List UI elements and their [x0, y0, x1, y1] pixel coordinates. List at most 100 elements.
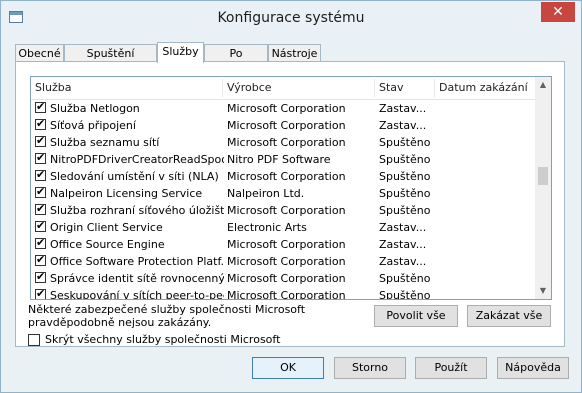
- help-button[interactable]: Nápověda: [497, 357, 569, 379]
- service-disabled-date: [439, 117, 529, 134]
- hide-microsoft-services-label: Skrýt všechny služby společnosti Microso…: [45, 333, 281, 346]
- service-manufacturer: Microsoft Corporation: [227, 170, 346, 183]
- table-row[interactable]: Origin Client Service Electronic Arts Za…: [31, 219, 536, 236]
- enable-all-button[interactable]: Povolit vše: [374, 305, 458, 327]
- service-status: Spuštěno: [379, 289, 431, 300]
- cancel-button[interactable]: Storno: [334, 357, 406, 379]
- tab-services[interactable]: Služby: [157, 42, 204, 63]
- window-title: Konfigurace systému: [217, 10, 365, 26]
- service-status: Spuštěno: [379, 272, 431, 285]
- service-manufacturer: Microsoft Corporation: [227, 238, 346, 251]
- vertical-scrollbar[interactable]: ▲ ▼: [535, 77, 551, 299]
- service-checkbox[interactable]: [35, 134, 46, 148]
- service-disabled-date: [439, 270, 529, 287]
- table-row[interactable]: Správce identit sítě rovnocenný... Micro…: [31, 270, 536, 287]
- table-row[interactable]: Office Source Engine Microsoft Corporati…: [31, 236, 536, 253]
- service-name: Síťová připojení: [50, 119, 136, 132]
- tab-general[interactable]: Obecné: [15, 44, 64, 62]
- table-row[interactable]: Služba Netlogon Microsoft Corporation Za…: [31, 100, 536, 117]
- service-name: Office Source Engine: [50, 238, 165, 251]
- service-name: Služba seznamu sítí: [50, 136, 160, 149]
- tab-startup[interactable]: Po spuštění: [204, 44, 268, 77]
- table-row[interactable]: Seskupování v sítích peer-to-peer Micros…: [31, 287, 536, 300]
- service-status: Zastav...: [379, 119, 427, 132]
- service-name: Služba Netlogon: [50, 102, 140, 115]
- table-row[interactable]: Nalpeiron Licensing Service Nalpeiron Lt…: [31, 185, 536, 202]
- list-header: Služba Výrobce Stav Datum zakázání: [31, 77, 536, 100]
- service-disabled-date: [439, 151, 529, 168]
- service-manufacturer: Microsoft Corporation: [227, 204, 346, 217]
- service-status: Zastav...: [379, 255, 427, 268]
- disable-all-button[interactable]: Zakázat vše: [467, 305, 551, 327]
- service-checkbox[interactable]: [35, 151, 46, 165]
- service-checkbox[interactable]: [35, 270, 46, 284]
- scroll-up-icon[interactable]: ▲: [535, 77, 551, 93]
- service-disabled-date: [439, 236, 529, 253]
- service-disabled-date: [439, 168, 529, 185]
- service-manufacturer: Microsoft Corporation: [227, 289, 346, 300]
- service-name: Seskupování v sítích peer-to-peer: [50, 289, 224, 300]
- service-disabled-date: [439, 185, 529, 202]
- service-manufacturer: Microsoft Corporation: [227, 255, 346, 268]
- service-rows: Služba Netlogon Microsoft Corporation Za…: [31, 100, 536, 300]
- table-row[interactable]: Office Software Protection Platf... Micr…: [31, 253, 536, 270]
- service-checkbox[interactable]: [35, 185, 46, 199]
- service-status: Spuštěno: [379, 136, 431, 149]
- service-status: Spuštěno: [379, 170, 431, 183]
- scrollbar-thumb[interactable]: [538, 167, 548, 185]
- services-list[interactable]: Služba Výrobce Stav Datum zakázání Služb…: [30, 76, 552, 300]
- service-disabled-date: [439, 219, 529, 236]
- service-disabled-date: [439, 100, 529, 117]
- service-name: NitroPDFDriverCreatorReadSpool8: [50, 153, 224, 166]
- table-row[interactable]: Služba seznamu sítí Microsoft Corporatio…: [31, 134, 536, 151]
- service-manufacturer: Microsoft Corporation: [227, 119, 346, 132]
- apply-button[interactable]: Použít: [415, 357, 487, 379]
- service-manufacturer: Electronic Arts: [227, 221, 307, 234]
- service-checkbox[interactable]: [35, 219, 46, 233]
- service-manufacturer: Microsoft Corporation: [227, 136, 346, 149]
- scroll-down-icon[interactable]: ▼: [535, 283, 551, 299]
- table-row[interactable]: Sledování umístění v síti (NLA) Microsof…: [31, 168, 536, 185]
- service-checkbox[interactable]: [35, 236, 46, 250]
- close-button[interactable]: ✕: [541, 2, 575, 22]
- services-panel: Služba Výrobce Stav Datum zakázání Služb…: [15, 61, 565, 347]
- service-name: Origin Client Service: [50, 221, 163, 234]
- column-header-status[interactable]: Stav: [375, 77, 433, 99]
- microsoft-services-note: Některé zabezpečené služby společnosti M…: [28, 303, 306, 329]
- service-manufacturer: Nitro PDF Software: [227, 153, 331, 166]
- service-disabled-date: [439, 134, 529, 151]
- service-manufacturer: Nalpeiron Ltd.: [227, 187, 305, 200]
- service-name: Sledování umístění v síti (NLA): [50, 170, 219, 183]
- table-row[interactable]: Síťová připojení Microsoft Corporation Z…: [31, 117, 536, 134]
- service-checkbox[interactable]: [35, 253, 46, 267]
- system-configuration-window: Konfigurace systému ✕ Obecné Spuštění po…: [0, 0, 582, 393]
- column-header-service[interactable]: Služba: [31, 77, 221, 99]
- service-checkbox[interactable]: [35, 100, 46, 114]
- service-checkbox[interactable]: [35, 287, 46, 299]
- service-status: Zastav...: [379, 102, 427, 115]
- tab-startup-computer[interactable]: Spuštění počítače: [64, 44, 157, 77]
- service-name: Office Software Protection Platf...: [50, 255, 224, 268]
- service-manufacturer: Microsoft Corporation: [227, 102, 346, 115]
- service-status: Spuštěno: [379, 153, 431, 166]
- service-status: Zastav...: [379, 238, 427, 251]
- column-header-disabled-date[interactable]: Datum zakázání: [435, 77, 535, 99]
- table-row[interactable]: Služba rozhraní síťového úložiště Micros…: [31, 202, 536, 219]
- service-name: Nalpeiron Licensing Service: [50, 187, 203, 200]
- ok-button[interactable]: OK: [252, 357, 324, 379]
- tab-tools[interactable]: Nástroje: [268, 44, 321, 62]
- service-disabled-date: [439, 253, 529, 270]
- column-header-manufacturer[interactable]: Výrobce: [223, 77, 373, 99]
- service-status: Zastav...: [379, 221, 427, 234]
- service-status: Spuštěno: [379, 187, 431, 200]
- table-row[interactable]: NitroPDFDriverCreatorReadSpool8 Nitro PD…: [31, 151, 536, 168]
- service-disabled-date: [439, 287, 529, 299]
- service-checkbox[interactable]: [35, 117, 46, 131]
- service-name: Správce identit sítě rovnocenný...: [50, 272, 224, 285]
- service-name: Služba rozhraní síťového úložiště: [50, 204, 224, 217]
- title-bar: Konfigurace systému ✕: [1, 1, 581, 35]
- service-manufacturer: Microsoft Corporation: [227, 272, 346, 285]
- service-checkbox[interactable]: [35, 168, 46, 182]
- service-checkbox[interactable]: [35, 202, 46, 216]
- hide-microsoft-services-checkbox[interactable]: [28, 334, 40, 346]
